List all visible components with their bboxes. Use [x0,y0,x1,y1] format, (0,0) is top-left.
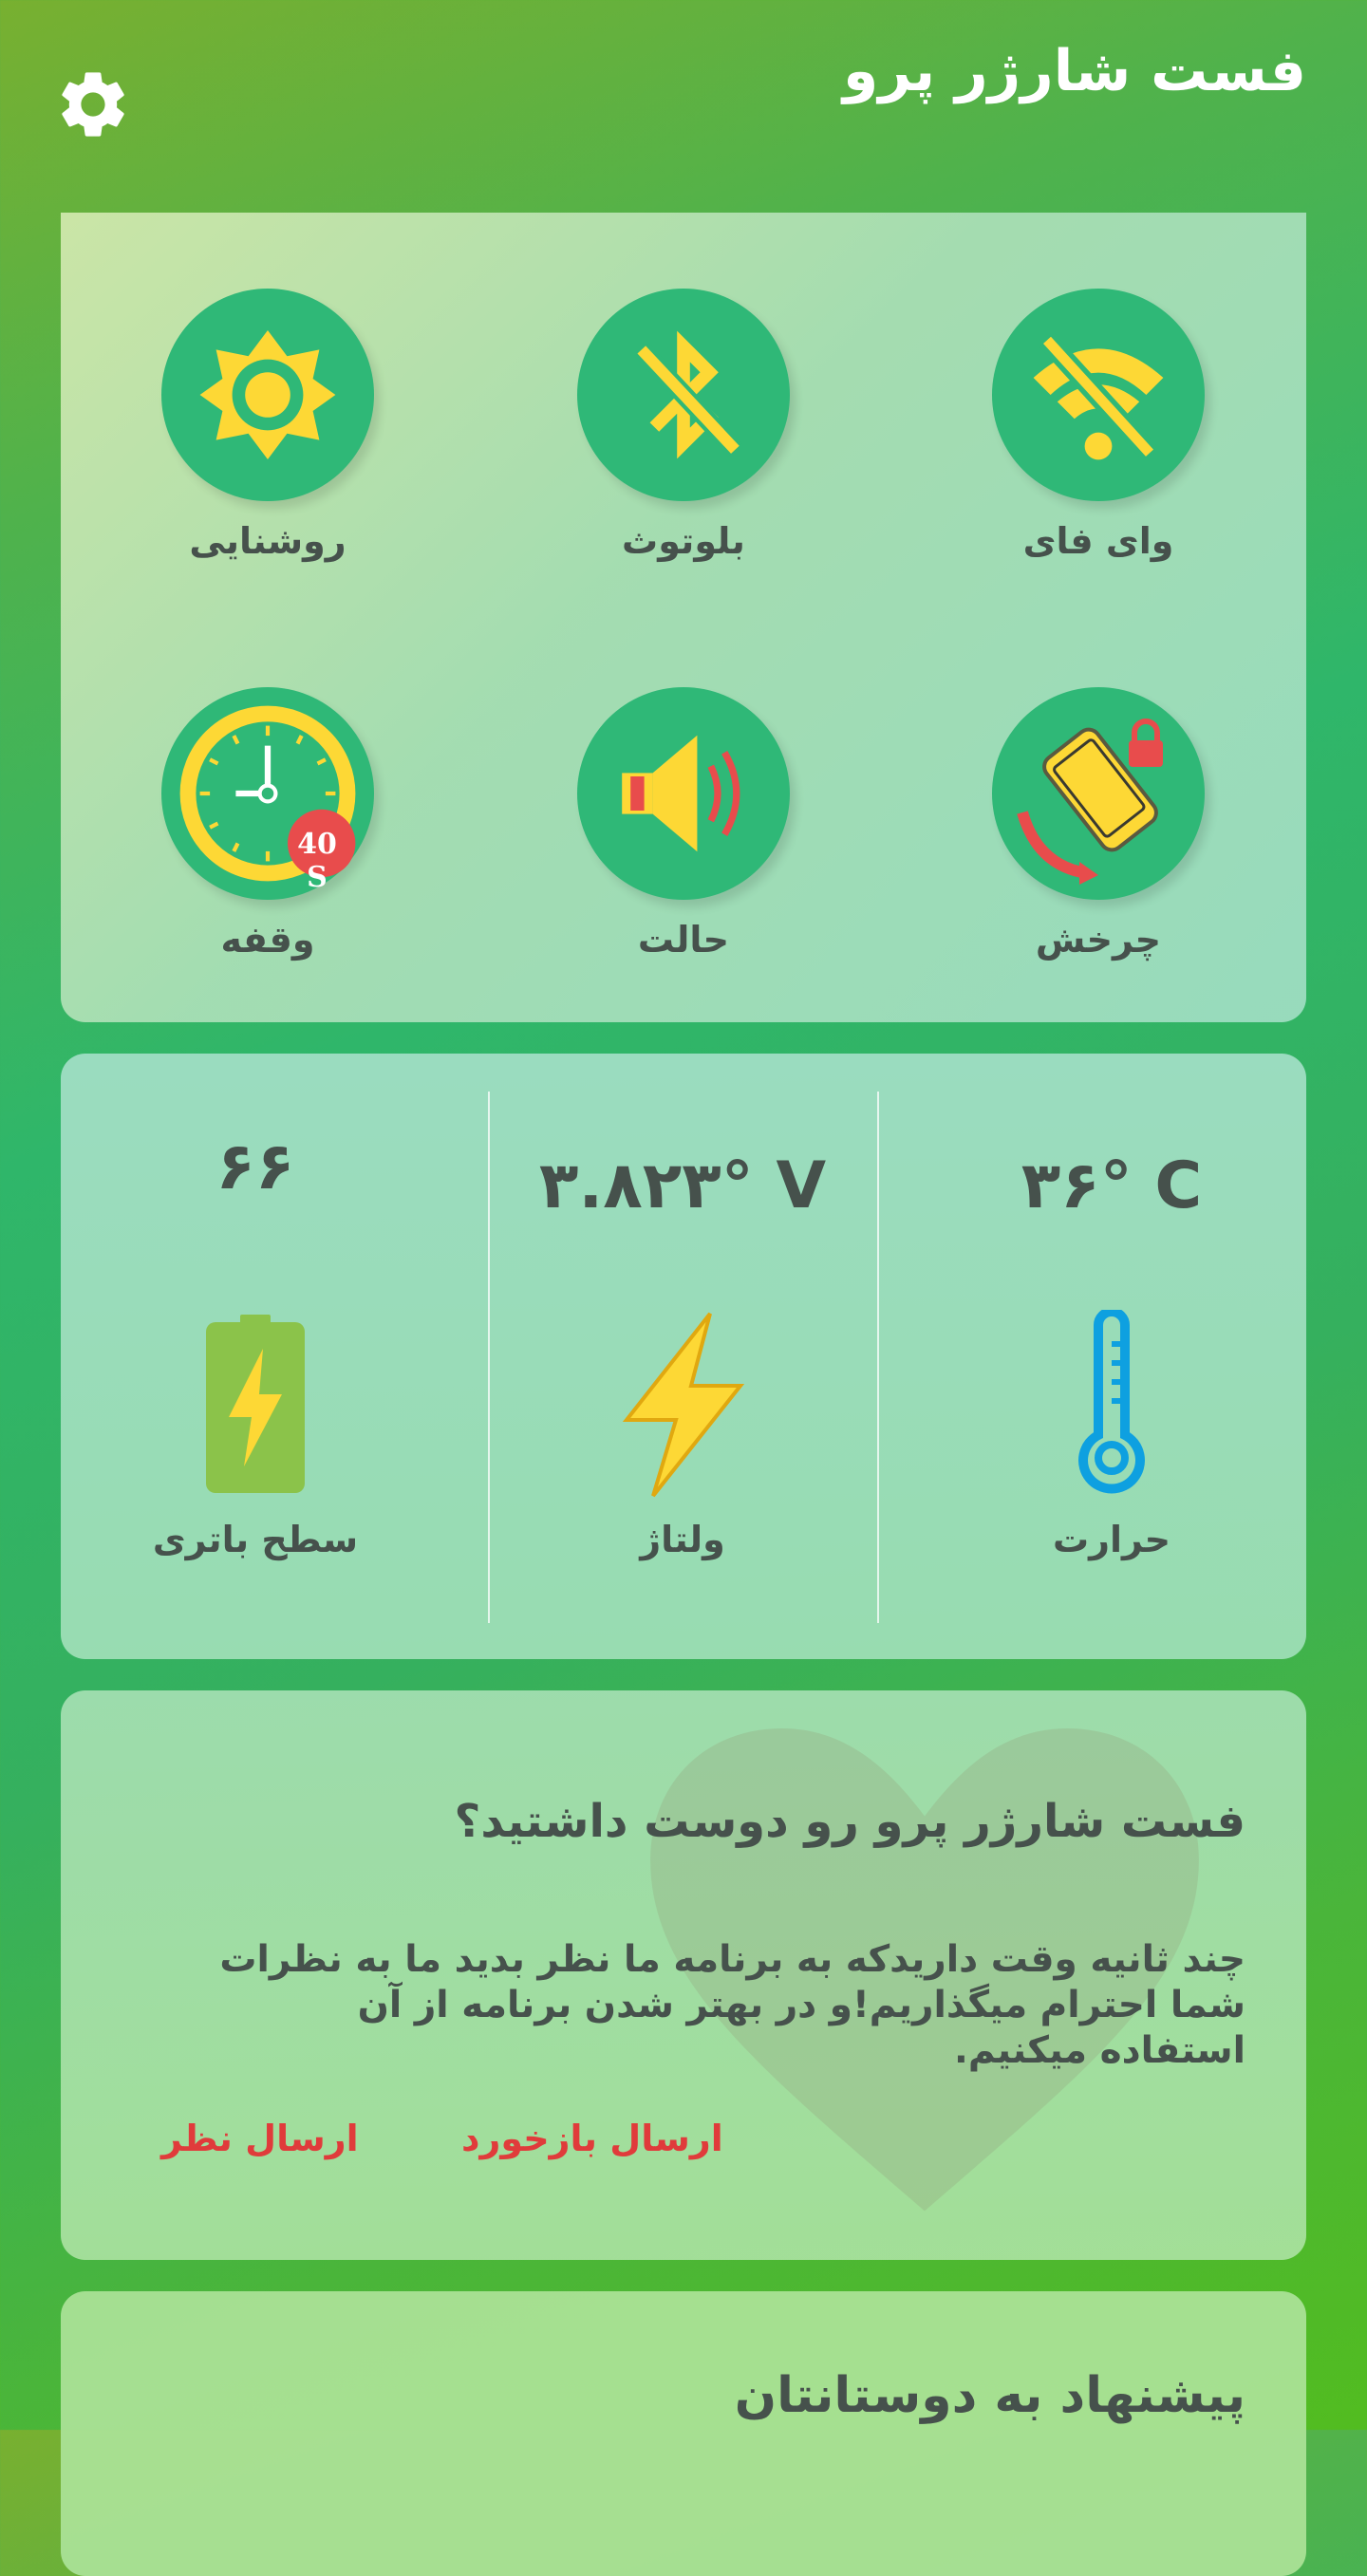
toggle-sound-mode[interactable]: حالت [532,687,835,961]
stat-temperature: ۳۶° C حرارت [917,1054,1306,1659]
toggle-timeout[interactable]: 40 S وقفه [116,687,420,961]
toggle-bluetooth-label: بلوتوث [622,520,745,562]
toggle-rotation-circle[interactable] [992,687,1205,900]
stat-battery: ۶۶ سطح باتری [61,1054,450,1659]
bluetooth-off-icon [634,330,742,459]
app-title: فست شارژر پرو [843,38,1306,104]
toggle-sound-mode-label: حالت [637,919,730,961]
stat-divider [877,1092,879,1623]
rate-title: فست شارژر پرو رو دوست داشتید؟ [454,1795,1245,1848]
toggle-rotation-label: چرخش [1035,919,1162,961]
toggle-bluetooth-circle[interactable] [577,289,790,501]
send-feedback-button[interactable]: ارسال بازخورد [461,2118,723,2159]
share-card: پیشنهاد به دوستانتان [61,2291,1306,2576]
toggle-brightness-circle[interactable] [161,289,374,501]
toggle-wifi-circle[interactable] [992,289,1205,501]
rate-app-card: فست شارژر پرو رو دوست داشتید؟ چند ثانیه … [61,1690,1306,2260]
send-review-button[interactable]: ارسال نظر [161,2118,359,2159]
toggle-bluetooth[interactable]: بلوتوث [532,289,835,562]
toggle-rotation[interactable]: چرخش [946,687,1250,961]
lightning-icon [622,1312,745,1498]
toggle-wifi-label: وای فای [1022,520,1174,562]
temperature-value: ۳۶° C [1021,1148,1203,1223]
timeout-badge: 40 S [297,828,337,894]
toggle-timeout-circle[interactable]: 40 S [161,687,374,900]
stat-divider [488,1092,490,1623]
toggle-sound-mode-circle[interactable] [577,687,790,900]
share-title: پیشنهاد به دوستانتان [734,2367,1245,2424]
battery-stats-card: ۳۶° C حرارت ۳.۸۲۳° V ولتاژ ۶۶ سطح باتری [61,1054,1306,1659]
toggle-wifi[interactable]: وای فای [946,289,1250,562]
settings-button[interactable] [47,59,139,150]
battery-charging-icon [206,1315,305,1493]
voltage-label: ولتاژ [640,1519,725,1560]
battery-label: سطح باتری [152,1519,359,1560]
sound-mode-icon [622,735,740,852]
rate-body: چند ثانیه وقت داریدکه به برنامه ما نظر ب… [219,1938,1245,2072]
voltage-value: ۳.۸۲۳° V [538,1148,827,1223]
stat-voltage: ۳.۸۲۳° V ولتاژ [488,1054,877,1659]
toggle-brightness[interactable]: روشنایی [116,289,420,562]
brightness-icon [199,330,336,459]
screen-rotation-lock-icon [1017,719,1163,885]
toggle-timeout-label: وقفه [220,919,315,961]
wifi-off-icon [1033,333,1164,460]
quick-toggles-card: وای فای بلوتوث روشنایی چرخش حالت 40 S وق… [61,213,1306,1022]
thermometer-icon [1078,1310,1145,1494]
toggle-brightness-label: روشنایی [189,520,346,562]
battery-value: ۶۶ [215,1129,295,1204]
temperature-label: حرارت [1052,1519,1171,1560]
gear-icon [62,72,124,137]
